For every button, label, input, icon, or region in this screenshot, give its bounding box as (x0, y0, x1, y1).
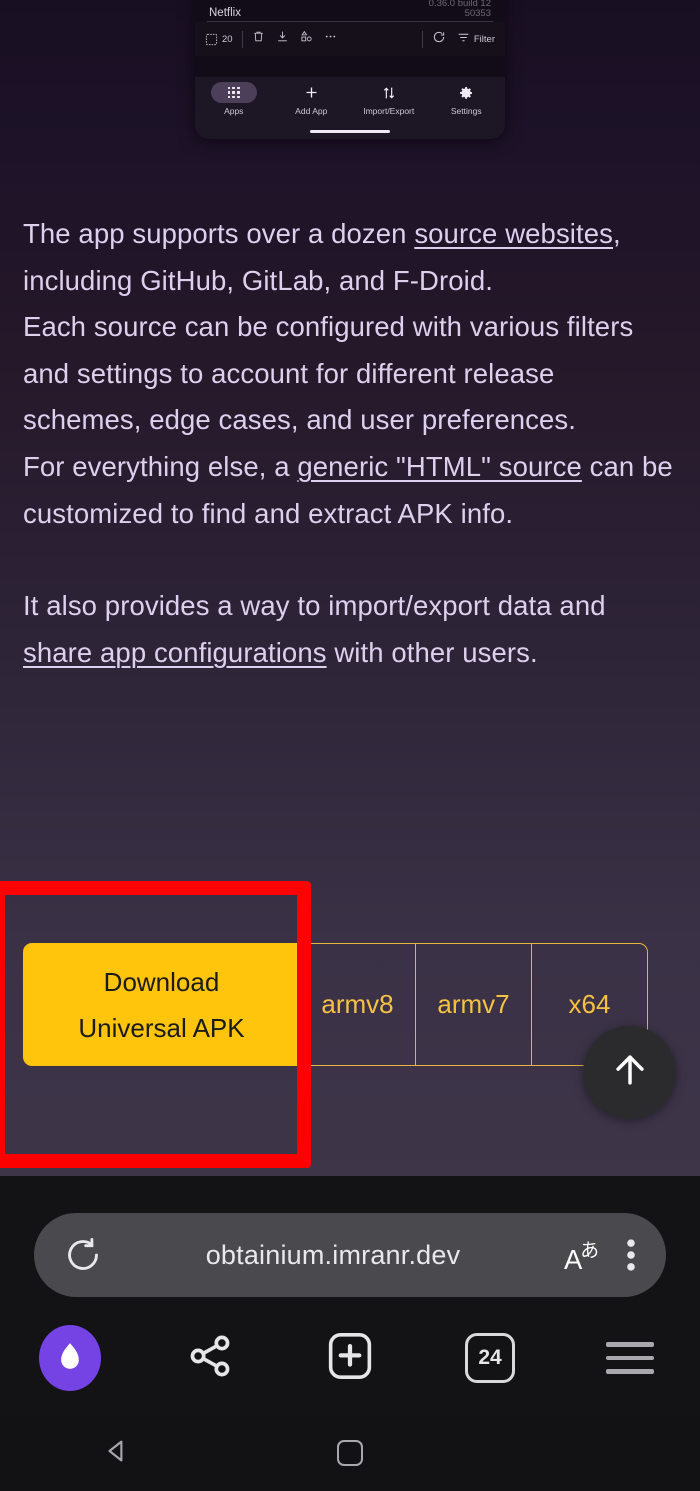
toolbar-divider-1 (241, 30, 243, 48)
app-screenshot-header: Netflix 0.36.0 build 12 50353 (195, 0, 505, 20)
tab-count-label: 24 (478, 1346, 502, 1369)
generic-html-source-link[interactable]: generic "HTML" source (297, 451, 582, 482)
app-name-label: Netflix (209, 7, 241, 19)
tab-switcher-button[interactable]: 24 (420, 1333, 560, 1383)
plus-square-icon (323, 1329, 377, 1388)
new-tab-button[interactable] (280, 1329, 420, 1388)
share-button[interactable] (140, 1330, 280, 1387)
apps-grid-icon (210, 82, 257, 103)
browser-chrome: obtainium.imranr.dev Aあ 24 (0, 1176, 700, 1415)
page-body-text: The app supports over a dozen source web… (23, 211, 678, 676)
browser-bottom-nav: 24 (0, 1308, 700, 1408)
gesture-handle (310, 129, 390, 133)
android-back-button[interactable] (0, 1436, 233, 1471)
reload-icon[interactable] (64, 1236, 102, 1274)
download-button-line2: Universal APK (78, 1012, 245, 1043)
paragraph-4: It also provides a way to import/export … (23, 583, 678, 676)
share-icon (184, 1330, 236, 1387)
import-export-icon (366, 82, 412, 103)
back-triangle-icon (102, 1436, 132, 1471)
app-nav-label-add-app: Add App (295, 106, 328, 116)
app-nav-label-settings: Settings (450, 106, 482, 116)
plus-icon (288, 82, 334, 103)
home-square-icon (336, 1440, 363, 1466)
para1-before-link: The app supports over a dozen (23, 218, 415, 249)
actions-group (252, 30, 337, 48)
download-armv8-button[interactable]: armv8 (300, 943, 416, 1066)
refresh-icon[interactable] (432, 30, 446, 49)
app-nav-item-apps[interactable]: Apps (195, 82, 273, 116)
gear-icon (443, 82, 489, 103)
hamburger-menu-icon (606, 1342, 654, 1374)
selected-count-label: 20 (222, 33, 233, 45)
download-button-line1: Download (103, 966, 220, 997)
delete-icon[interactable] (252, 30, 265, 48)
app-nav-label-apps: Apps (224, 106, 244, 116)
filter-group: Filter (432, 30, 495, 49)
app-nav-item-import-export[interactable]: Import/Export (350, 82, 428, 116)
firefox-logo-button[interactable] (0, 1325, 140, 1391)
app-nav-item-add-app[interactable]: Add App (273, 82, 351, 116)
browser-menu-button[interactable] (560, 1342, 700, 1374)
app-action-toolbar: 20 Filter (195, 22, 505, 56)
toolbar-divider-2 (421, 30, 423, 48)
embedded-app-screenshot: Netflix 0.36.0 build 12 50353 20 Filter … (195, 0, 505, 139)
web-page-content: Netflix 0.36.0 build 12 50353 20 Filter … (0, 0, 700, 1176)
para4-after-link: with other users. (326, 636, 538, 668)
para3-before-link: For everything else, a (23, 450, 298, 482)
url-bar[interactable]: obtainium.imranr.dev Aあ (34, 1213, 666, 1297)
more-options-icon[interactable] (324, 30, 337, 48)
android-home-button[interactable] (233, 1440, 466, 1466)
download-button-group: Download Universal APK armv8 armv7 x64 (23, 943, 648, 1066)
paragraph-1: The app supports over a dozen source web… (23, 211, 678, 304)
para4-before-link: It also provides a way to import/export … (23, 590, 606, 622)
download-icon[interactable] (276, 30, 289, 48)
filter-button[interactable]: Filter (457, 31, 495, 47)
url-text: obtainium.imranr.dev (205, 1239, 461, 1270)
android-system-navigation (0, 1415, 700, 1491)
phone-screen: Netflix 0.36.0 build 12 50353 20 Filter … (0, 0, 700, 1491)
categories-icon[interactable] (300, 30, 313, 48)
app-nav-label-import-export: Import/Export (363, 106, 415, 116)
arrow-up-icon (608, 1048, 652, 1097)
source-websites-link[interactable]: source websites (414, 218, 613, 249)
download-universal-apk-button[interactable]: Download Universal APK (23, 943, 300, 1066)
three-dot-menu-icon[interactable] (626, 1236, 636, 1274)
filter-icon (457, 31, 470, 47)
svg-text:あ: あ (580, 1240, 599, 1261)
app-nav-item-settings[interactable]: Settings (428, 82, 506, 116)
filter-label: Filter (473, 33, 495, 45)
paragraph-3: For everything else, a generic "HTML" so… (23, 444, 678, 537)
firefox-logo-icon (39, 1325, 101, 1391)
select-all-icon[interactable]: 20 (205, 33, 233, 46)
scroll-to-top-button[interactable] (583, 1026, 676, 1119)
selection-group: 20 (205, 33, 233, 46)
tab-count-icon: 24 (465, 1333, 515, 1383)
paragraph-2: Each source can be configured with vario… (23, 311, 634, 436)
app-version-label: 0.36.0 build 12 50353 (428, 0, 491, 20)
translate-icon[interactable]: Aあ (564, 1236, 604, 1274)
share-app-configurations-link[interactable]: share app configurations (23, 637, 327, 668)
download-armv7-button[interactable]: armv7 (416, 943, 532, 1066)
